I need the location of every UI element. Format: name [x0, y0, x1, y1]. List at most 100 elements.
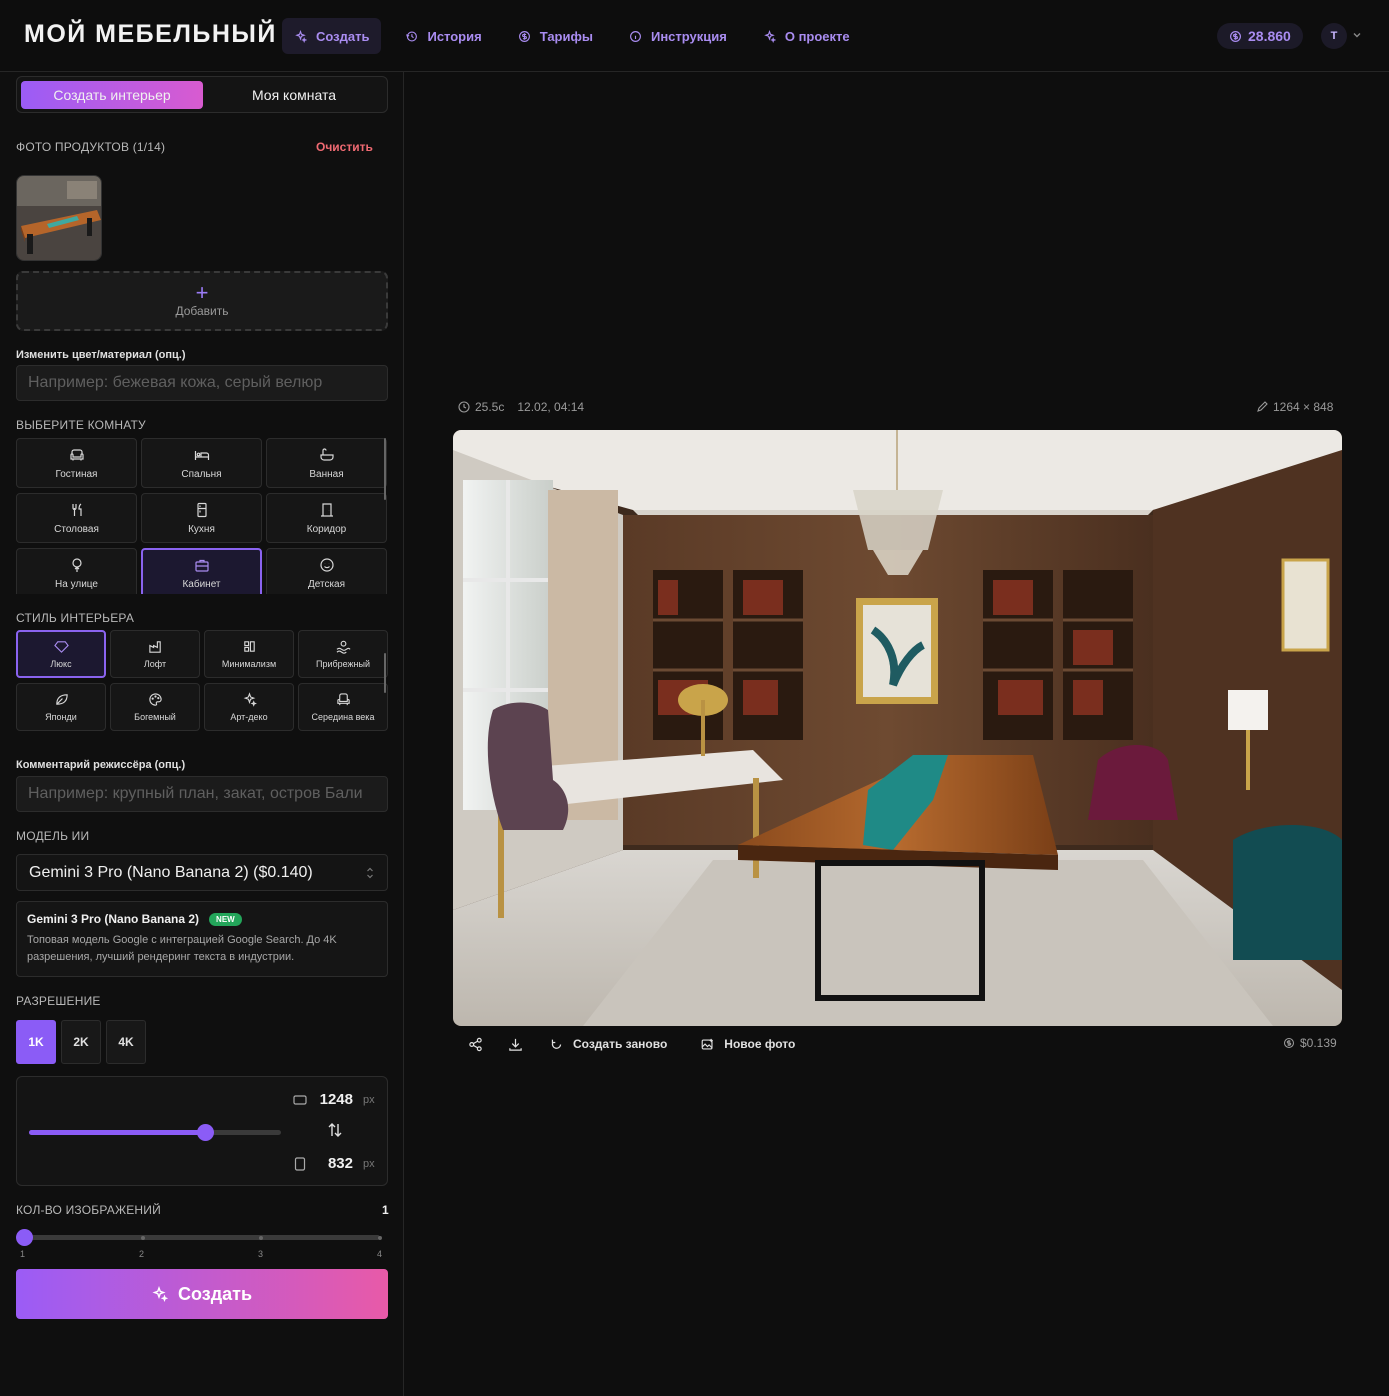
coin-icon [1230, 30, 1241, 42]
swap-icon[interactable] [327, 1121, 343, 1139]
style-midcentury-label: Середина века [311, 712, 375, 722]
style-minimalism-label: Минимализм [221, 659, 277, 669]
room-bathroom[interactable]: Ванная [266, 438, 387, 488]
room-kids[interactable]: Детская [266, 548, 387, 594]
gem-icon [53, 641, 69, 653]
create-button[interactable]: Создать [16, 1269, 388, 1319]
model-label: МОДЕЛЬ ИИ [16, 829, 90, 843]
new-photo-button[interactable]: Новое фото [701, 1037, 795, 1051]
style-luxury-label: Люкс [50, 659, 72, 669]
refresh-icon [551, 1039, 562, 1049]
style-midcentury[interactable]: Середина века [298, 683, 388, 731]
nav-instructions-label: Инструкция [650, 28, 727, 44]
height-value[interactable]: 832 [317, 1155, 353, 1172]
coin-icon [518, 30, 530, 42]
clear-button[interactable]: Очистить [316, 140, 373, 154]
style-bohemian[interactable]: Богемный [110, 683, 200, 731]
room-office[interactable]: Кабинет [141, 548, 262, 594]
download-icon [508, 1038, 522, 1051]
model-select[interactable]: Gemini 3 Pro (Nano Banana 2) ($0.140) [16, 854, 388, 891]
style-art-deco-label: Арт-деко [230, 712, 268, 722]
room-kitchen[interactable]: Кухня [141, 493, 262, 543]
room-bedroom[interactable]: Спальня [141, 438, 262, 488]
model-info-name: Gemini 3 Pro (Nano Banana 2) [27, 912, 200, 926]
pencil-icon [1257, 401, 1268, 412]
balance-value: 28.860 [1248, 28, 1291, 44]
room-scrollbar[interactable] [384, 438, 386, 500]
plus-icon: + [195, 280, 209, 305]
nav-pricing-label: Тарифы [539, 28, 593, 44]
office-interior-render [453, 430, 1342, 1026]
resolution-4k[interactable]: 4K [106, 1020, 146, 1064]
sidebar: Создать интерьер Моя комната ФОТО ПРОДУК… [0, 72, 404, 1396]
share-icon [468, 1037, 482, 1051]
share-button[interactable] [466, 1035, 484, 1053]
room-bathroom-label: Ванная [309, 468, 344, 480]
top-header: МОЙ МЕБЕЛЬНЫЙ Создать История Тарифы Инс… [0, 0, 1389, 72]
sparkles-icon [243, 692, 257, 707]
style-art-deco[interactable]: Арт-деко [204, 683, 294, 731]
bed-icon [194, 450, 209, 460]
generated-image[interactable] [453, 430, 1342, 1026]
cost-value: $0.139 [1300, 1036, 1337, 1050]
style-scrollbar[interactable] [384, 653, 386, 693]
landscape-icon [293, 1094, 307, 1105]
regenerate-button[interactable]: Создать заново [550, 1037, 667, 1051]
factory-icon [148, 641, 161, 653]
utensils-icon [71, 503, 82, 516]
count-tick-label: 1 [20, 1249, 26, 1259]
room-hallway[interactable]: Коридор [266, 493, 387, 543]
height-row: 832 px [293, 1155, 375, 1172]
add-product-button[interactable]: + Добавить [16, 271, 388, 331]
tab-create-interior[interactable]: Создать интерьер [21, 81, 203, 109]
product-thumbnail[interactable] [16, 175, 102, 261]
style-minimalism[interactable]: Минимализм [204, 630, 294, 678]
style-loft[interactable]: Лофт [110, 630, 200, 678]
nav-history[interactable]: История [393, 18, 493, 54]
nav-history-label: История [427, 28, 482, 44]
nav-about[interactable]: О проекте [751, 18, 862, 54]
balance-badge[interactable]: 28.860 [1217, 23, 1303, 49]
avatar[interactable]: T [1321, 23, 1347, 49]
style-coastal[interactable]: Прибрежный [298, 630, 388, 678]
room-living[interactable]: Гостиная [16, 438, 137, 488]
aspect-slider-handle[interactable] [197, 1124, 215, 1141]
chevron-down-icon[interactable] [1352, 31, 1362, 39]
product-image [17, 176, 101, 260]
aspect-slider[interactable] [29, 1124, 281, 1141]
leaf-icon [55, 694, 68, 705]
tree-icon [71, 557, 82, 572]
count-slider[interactable] [16, 1229, 382, 1246]
comment-input[interactable] [16, 776, 388, 812]
count-tick [259, 1236, 264, 1240]
app-logo[interactable]: МОЙ МЕБЕЛЬНЫЙ [24, 20, 277, 49]
nav-pricing[interactable]: Тарифы [506, 18, 605, 54]
color-material-input[interactable] [16, 365, 388, 401]
style-japandi[interactable]: Японди [16, 683, 106, 731]
nav-create[interactable]: Создать [282, 18, 382, 54]
room-label: ВЫБЕРИТЕ КОМНАТУ [16, 418, 146, 432]
fridge-icon [196, 502, 207, 517]
duration-text: 25.5с [475, 400, 505, 414]
count-tick-label: 2 [139, 1249, 145, 1259]
resolution-1k[interactable]: 1K [16, 1020, 56, 1064]
style-luxury[interactable]: Люкс [16, 630, 106, 678]
coin-icon [1283, 1037, 1295, 1049]
count-slider-handle[interactable] [16, 1229, 33, 1246]
color-material-label: Изменить цвет/материал (опц.) [16, 349, 186, 361]
products-label: ФОТО ПРОДУКТОВ (1/14) [16, 140, 166, 154]
resolution-2k[interactable]: 2K [61, 1020, 101, 1064]
nav-instructions[interactable]: Инструкция [617, 18, 739, 54]
download-button[interactable] [506, 1035, 524, 1053]
room-outdoor-label: На улице [55, 578, 98, 590]
width-value[interactable]: 1248 [317, 1091, 353, 1108]
resolution-label: РАЗРЕШЕНИЕ [16, 994, 101, 1008]
count-tick [378, 1236, 382, 1240]
room-outdoor[interactable]: На улице [16, 548, 137, 594]
width-row: 1248 px [293, 1091, 375, 1108]
count-value: 1 [382, 1203, 389, 1217]
room-dining[interactable]: Столовая [16, 493, 137, 543]
history-icon [406, 30, 418, 42]
tab-my-room[interactable]: Моя комната [203, 81, 385, 109]
room-grid: Гостиная Спальня Ванная Столовая Кухня К… [16, 438, 388, 594]
